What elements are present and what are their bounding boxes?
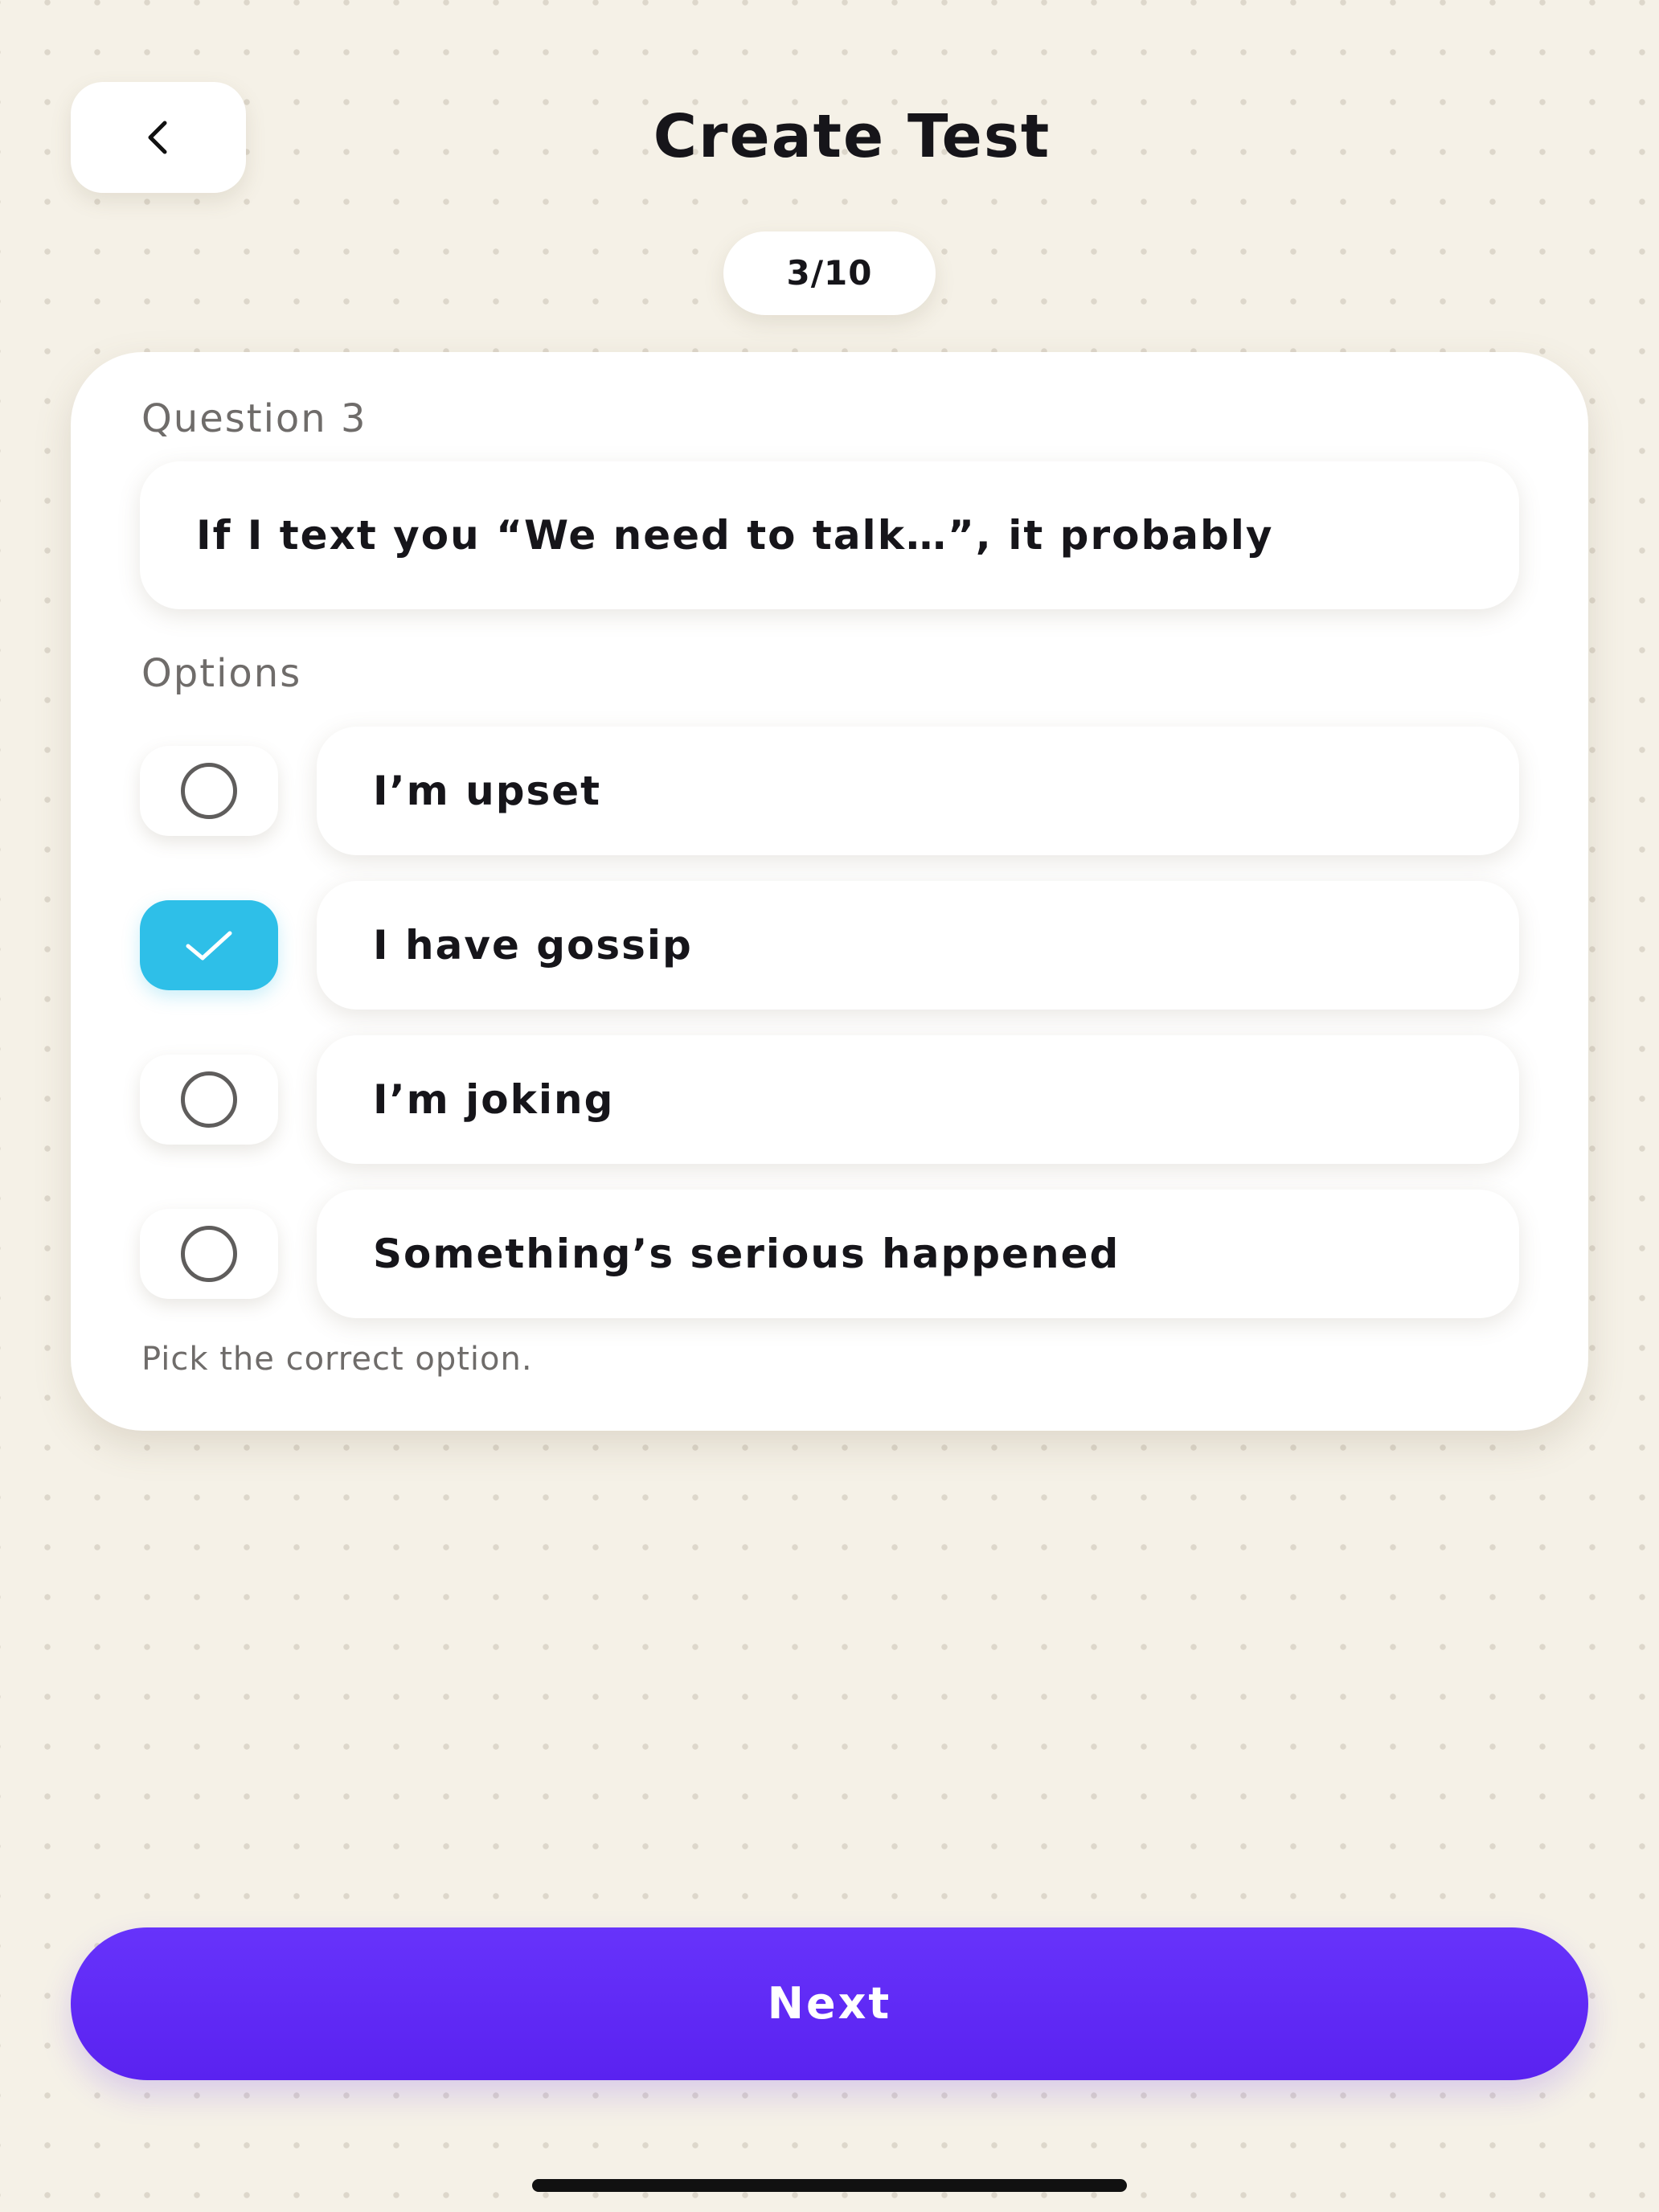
question-label: Question 3 — [141, 396, 367, 441]
next-button[interactable]: Next — [71, 1927, 1588, 2080]
option-checkbox-selected[interactable] — [140, 900, 278, 990]
radio-circle-icon — [181, 763, 237, 819]
checkmark-icon — [178, 923, 240, 968]
home-indicator — [532, 2179, 1127, 2192]
chevron-left-icon — [133, 112, 184, 163]
options-label: Options — [141, 651, 302, 696]
option-row: Something’s serious happened — [140, 1190, 1519, 1318]
option-input[interactable]: I’m joking — [317, 1035, 1519, 1164]
option-input[interactable]: I’m upset — [317, 727, 1519, 855]
option-row: I’m upset — [140, 727, 1519, 855]
helper-text: Pick the correct option. — [141, 1341, 533, 1378]
option-radio[interactable] — [140, 1055, 278, 1145]
option-row: I have gossip — [140, 881, 1519, 1010]
question-card: Question 3 If I text you “We need to tal… — [71, 352, 1588, 1431]
progress-badge: 3/10 — [723, 231, 936, 315]
back-button[interactable] — [71, 82, 246, 193]
radio-circle-icon — [181, 1071, 237, 1128]
option-input[interactable]: Something’s serious happened — [317, 1190, 1519, 1318]
page-title: Create Test — [653, 102, 1051, 171]
option-radio[interactable] — [140, 1209, 278, 1299]
radio-circle-icon — [181, 1226, 237, 1282]
option-radio[interactable] — [140, 746, 278, 836]
option-input[interactable]: I have gossip — [317, 881, 1519, 1010]
option-row: I’m joking — [140, 1035, 1519, 1164]
question-input[interactable]: If I text you “We need to talk…”, it pro… — [140, 461, 1519, 609]
